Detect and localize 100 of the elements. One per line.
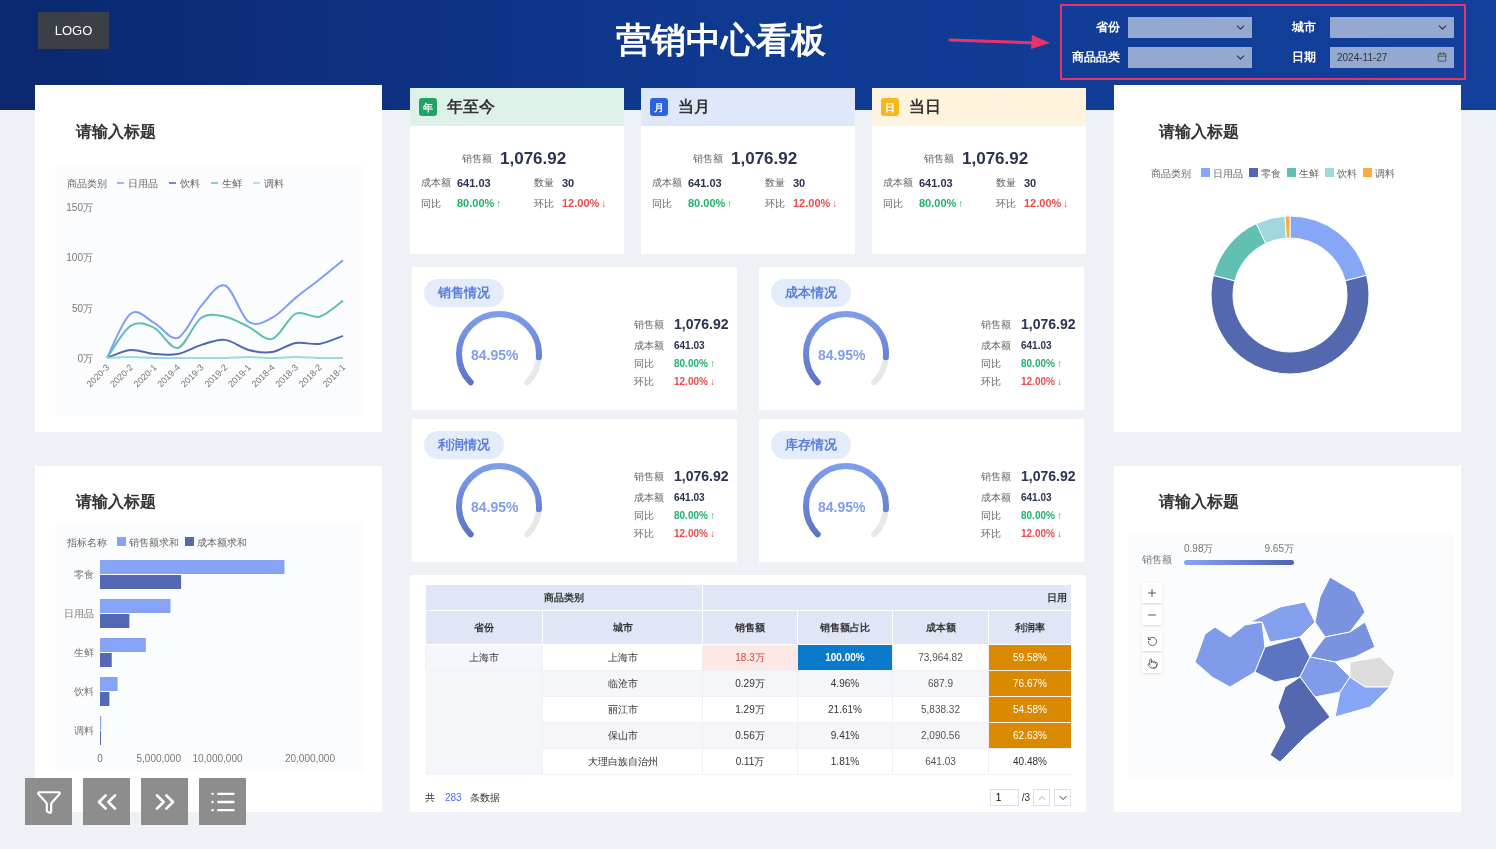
table-cell: 73,964.82 xyxy=(892,644,989,671)
column-header: 商品类别 xyxy=(425,584,703,611)
stat-label: 销售额 xyxy=(924,152,954,167)
legend-title: 销售额 xyxy=(1142,553,1172,567)
stat-label: 同比 xyxy=(981,357,1002,371)
stat-label: 同比 xyxy=(883,196,904,211)
card-icon: 月 xyxy=(650,98,668,116)
date-field[interactable]: 2024-11-27 xyxy=(1330,46,1454,68)
legend-item[interactable]: 饮料 xyxy=(168,178,200,189)
total-count: 283 xyxy=(445,791,462,805)
zoom-out-button[interactable] xyxy=(1142,605,1162,625)
axis-label: 10,000,000 xyxy=(192,753,243,764)
axis-label: 0万 xyxy=(77,353,93,364)
table-cell: 9.41% xyxy=(797,722,893,749)
filter-button[interactable] xyxy=(25,778,72,825)
table-cell: 21.61% xyxy=(797,696,893,723)
table-cell: 54.58% xyxy=(988,696,1071,723)
table-cell: 62.63% xyxy=(988,722,1071,749)
trend-arrow: ↑ xyxy=(709,509,715,523)
legend-label: 零食 xyxy=(1261,168,1281,179)
legend-label: 生鲜 xyxy=(1299,168,1319,179)
trend-arrow: ↑ xyxy=(1056,509,1062,523)
gauge-reading: 84.95% xyxy=(471,345,519,365)
axis-label: 100万 xyxy=(66,252,93,264)
stat-value: 1,076.92 xyxy=(674,467,729,486)
filter-label: 省份 xyxy=(1095,19,1121,36)
legend-item[interactable]: 调料 xyxy=(252,178,284,189)
table-cell: 2,090.56 xyxy=(892,722,989,749)
filter-label: 商品品类 xyxy=(1071,49,1121,66)
legend-label: 饮料 xyxy=(179,178,200,189)
legend-title: 商品类别 xyxy=(1151,168,1191,179)
page-input[interactable]: 1 xyxy=(989,789,1019,806)
rotate-icon xyxy=(1146,635,1158,647)
stat-label: 同比 xyxy=(634,357,655,371)
zoom-in-button[interactable] xyxy=(1142,583,1162,603)
legend-item[interactable]: 饮料 xyxy=(1325,168,1357,179)
stat-value: 30 xyxy=(1024,175,1038,191)
stat-label: 环比 xyxy=(765,196,786,211)
stat-label: 成本额 xyxy=(634,491,665,505)
column-header: 销售额占比 xyxy=(797,610,893,645)
stat-value: 80.00% xyxy=(919,196,957,211)
page-total: /3 xyxy=(1021,791,1030,805)
table-cell: 59.58% xyxy=(988,644,1071,671)
legend-item[interactable]: 成本额求和 xyxy=(185,537,247,548)
trend-arrow: ↓ xyxy=(709,375,715,389)
next-button[interactable] xyxy=(141,778,188,825)
hand-pointer-icon xyxy=(1146,657,1158,669)
column-header: 省份 xyxy=(425,610,543,645)
pointer-button[interactable] xyxy=(1142,653,1162,673)
previous-button[interactable] xyxy=(83,778,130,825)
stat-value: 80.00% xyxy=(674,357,708,371)
card-icon: 日 xyxy=(881,98,899,116)
stat-value: 641.03 xyxy=(674,339,705,353)
stat-label: 环比 xyxy=(996,196,1017,211)
panel-title: 请输入标题 xyxy=(1159,122,1239,142)
legend-item[interactable]: 销售额求和 xyxy=(117,537,179,548)
card-icon: 年 xyxy=(419,98,437,116)
total-label: 共 xyxy=(425,791,435,805)
table-cell: 1.81% xyxy=(797,748,893,775)
stat-value: 1,076.92 xyxy=(731,148,798,170)
axis-label: 150万 xyxy=(66,202,93,213)
legend-item[interactable]: 调料 xyxy=(1363,168,1395,179)
stat-value: 1,076.92 xyxy=(1021,467,1076,486)
range-fill[interactable] xyxy=(1184,560,1294,565)
panel-title: 利润情况 xyxy=(424,431,504,459)
stat-value: 641.03 xyxy=(457,175,492,191)
stat-value: 12.00% xyxy=(1024,196,1062,211)
list-button[interactable] xyxy=(199,778,246,825)
select-field[interactable] xyxy=(1128,16,1252,38)
axis-label: 饮料 xyxy=(74,686,94,697)
stat-value: 80.00% xyxy=(688,196,726,211)
select-field[interactable] xyxy=(1330,16,1454,38)
stat-label: 销售额 xyxy=(693,152,723,167)
select-field[interactable] xyxy=(1128,46,1252,68)
legend-title: 商品类别 xyxy=(67,178,107,189)
total-label: 条数据 xyxy=(469,791,500,805)
legend-item[interactable]: 零食 xyxy=(1249,168,1281,179)
table-cell: 0.11万 xyxy=(702,748,798,775)
column-header: 销售额 xyxy=(702,610,798,645)
reset-button[interactable] xyxy=(1142,631,1162,651)
page-down-button[interactable] xyxy=(1054,789,1071,806)
legend-label: 日用品 xyxy=(1213,168,1243,179)
legend-label: 调料 xyxy=(264,178,284,189)
legend-item[interactable]: 生鲜 xyxy=(210,178,242,189)
legend-item[interactable]: 日用品 xyxy=(1201,168,1243,179)
legend-item[interactable]: 生鲜 xyxy=(1287,168,1319,179)
stat-label: 环比 xyxy=(634,375,655,389)
stat-value: 1,076.92 xyxy=(1021,315,1076,334)
stat-value: 641.03 xyxy=(688,175,723,191)
stat-value: 12.00% xyxy=(1021,527,1055,541)
gauge-reading: 84.95% xyxy=(471,497,519,517)
legend-label: 调料 xyxy=(1375,168,1395,179)
stat-value: 641.03 xyxy=(919,175,954,191)
trend-arrow: ↓ xyxy=(601,196,607,211)
gauge-reading: 84.95% xyxy=(818,345,866,365)
table-cell: 临沧市 xyxy=(542,670,703,697)
legend-item[interactable]: 日用品 xyxy=(116,178,158,189)
axis-label: 20,000,000 xyxy=(284,753,335,764)
range-max-label: 9.65万 xyxy=(1264,542,1294,556)
table-cell: 1.29万 xyxy=(702,696,798,723)
